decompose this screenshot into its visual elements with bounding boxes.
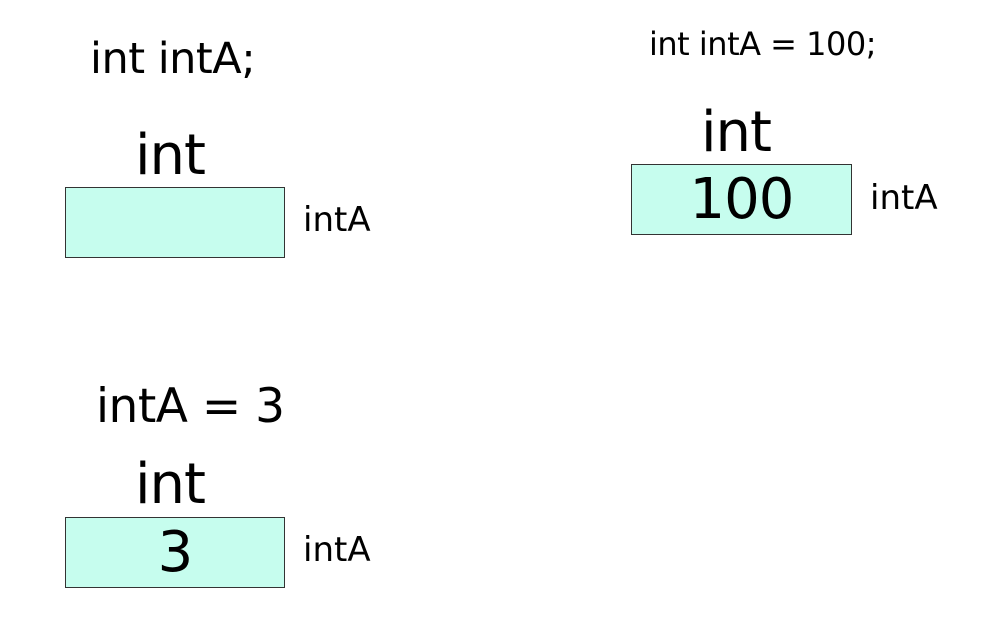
declaration-variable-name: intA bbox=[303, 200, 371, 240]
initialization-variable-name: intA bbox=[870, 178, 938, 218]
declaration-variable-box bbox=[65, 187, 285, 258]
declaration-type-label: int bbox=[135, 123, 206, 188]
declaration-statement: int intA; bbox=[90, 34, 256, 84]
assignment-type-label: int bbox=[135, 452, 206, 517]
assignment-variable-box: 3 bbox=[65, 517, 285, 588]
initialization-statement: int intA = 100; bbox=[649, 25, 877, 63]
assignment-variable-name: intA bbox=[303, 530, 371, 570]
assignment-statement: intA = 3 bbox=[96, 379, 285, 434]
initialization-type-label: int bbox=[701, 100, 772, 165]
initialization-variable-value: 100 bbox=[689, 166, 795, 232]
assignment-variable-value: 3 bbox=[157, 519, 194, 585]
initialization-variable-box: 100 bbox=[631, 164, 852, 235]
